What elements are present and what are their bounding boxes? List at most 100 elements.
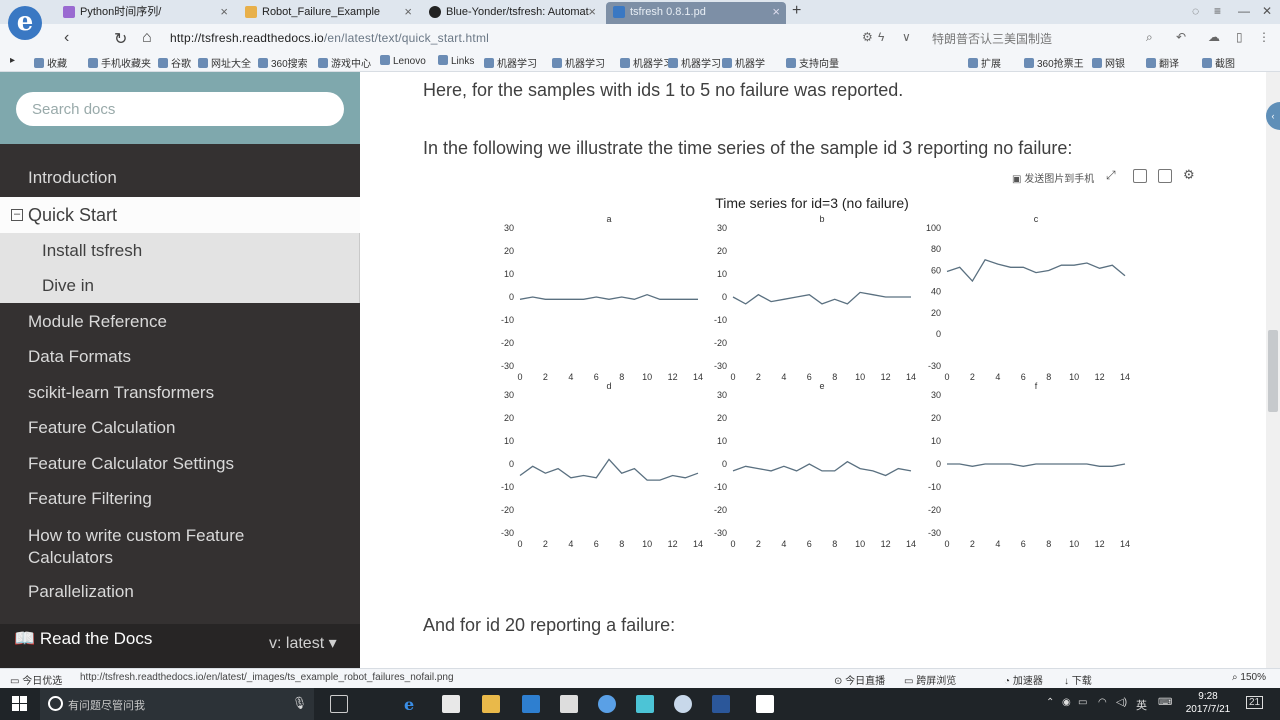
bookmark-item[interactable]: 360搜索 [258, 55, 308, 70]
tab-tsfresh-pdf[interactable]: tsfresh 0.8.1.pd × [606, 2, 786, 24]
system-clock[interactable]: 9:28 2017/7/21 [1180, 690, 1236, 716]
lightning-icon[interactable]: ϟ [878, 30, 884, 44]
bookmark-item[interactable]: Lenovo [380, 55, 426, 67]
sidebar-subitem-install-tsfresh[interactable]: Install tsfresh [0, 233, 360, 268]
network-icon[interactable]: ◉ [1062, 697, 1071, 708]
microphone-icon[interactable]: 🎙 [292, 696, 307, 710]
sidebar-item-module-reference[interactable]: Module Reference [0, 312, 360, 332]
bookmark-item[interactable]: 扩展 [968, 55, 1001, 70]
open-external-icon[interactable] [1158, 169, 1172, 183]
app-icon[interactable] [674, 695, 692, 713]
bookmark-item[interactable]: 360抢票王 [1024, 55, 1084, 70]
tab-close-icon[interactable]: × [772, 2, 780, 22]
refresh-icon[interactable]: ↻ [114, 29, 127, 49]
collapse-icon[interactable]: – [11, 209, 23, 221]
bookmark-item[interactable]: 机器学习 [620, 55, 673, 70]
bookmark-item[interactable]: 翻译 [1146, 55, 1179, 70]
browser-logo-icon[interactable]: e [8, 6, 42, 40]
minimize-icon[interactable]: — [1238, 4, 1250, 18]
app-icon[interactable] [522, 695, 540, 713]
file-explorer-icon[interactable] [482, 695, 500, 713]
bookmark-item[interactable]: 手机收藏夹 [88, 55, 151, 70]
url-field[interactable]: http://tsfresh.readthedocs.io/en/latest/… [170, 29, 850, 47]
tab-close-icon[interactable]: × [588, 2, 596, 22]
skin-icon[interactable]: ◌ [1192, 4, 1199, 18]
sidebar-item-custom-feature-calculators[interactable]: How to write custom Feature Calculators [0, 525, 260, 569]
download-button[interactable]: ↓ 下载 [1064, 672, 1092, 687]
accelerator-button[interactable]: ◔ 加速器 [1004, 672, 1043, 687]
close-window-icon[interactable]: ✕ [1262, 4, 1272, 18]
send-to-phone-button[interactable]: ▣ 发送图片到手机 [1012, 170, 1094, 185]
notification-center-icon[interactable]: 21 [1246, 696, 1264, 709]
bookmark-item[interactable]: Links [438, 55, 474, 67]
bookmark-item[interactable]: 机器学习 [552, 55, 605, 70]
keyboard-icon[interactable]: ⌨ [1158, 697, 1172, 708]
cortana-search-box[interactable]: 有问题尽管问我 🎙 [40, 688, 314, 720]
home-icon[interactable]: ⌂ [142, 29, 152, 47]
tray-up-icon[interactable]: ⌃ [1046, 697, 1054, 708]
edge-icon[interactable]: e [404, 695, 422, 714]
bookmark-item[interactable]: 谷歌 [158, 55, 191, 70]
task-view-icon[interactable] [330, 695, 348, 713]
tab-close-icon[interactable]: × [220, 2, 228, 22]
battery-icon[interactable]: ▭ [1078, 697, 1087, 708]
sidebar-item-introduction[interactable]: Introduction [0, 168, 360, 188]
sidebar-subitem-dive-in[interactable]: Dive in [0, 268, 360, 303]
time-series-figure[interactable]: Time series for id=3 (no failure)a302010… [480, 190, 1140, 560]
menu-icon[interactable]: ≡ [1214, 4, 1221, 18]
search-docs-input[interactable] [16, 92, 344, 126]
search-icon[interactable]: ⌕ [1146, 30, 1153, 45]
search-hint[interactable]: 特朗普否认三美国制造 [932, 30, 1052, 47]
page-scrollbar[interactable] [1266, 72, 1280, 668]
360-browser-icon[interactable] [598, 695, 616, 713]
tab-robot-failure[interactable]: Robot_Failure_Example × [238, 2, 418, 24]
bookmark-item[interactable]: 收藏 [34, 55, 67, 70]
app-icon[interactable] [560, 695, 578, 713]
app-icon[interactable] [636, 695, 654, 713]
phone-icon[interactable]: ▯ [1236, 30, 1243, 44]
settings-icon[interactable]: ⚙ [1183, 167, 1195, 183]
wifi-icon[interactable]: ◠ [1098, 697, 1107, 708]
undo-icon[interactable]: ↶ [1176, 30, 1186, 44]
word-icon[interactable] [712, 695, 730, 713]
volume-icon[interactable]: ◁) [1116, 697, 1127, 708]
x-tick-label: 0 [517, 539, 522, 549]
sidebar-item-quick-start[interactable]: – Quick Start [0, 197, 360, 233]
store-icon[interactable] [442, 695, 460, 713]
sidebar-item-feature-calculator-settings[interactable]: Feature Calculator Settings [0, 454, 360, 474]
ime-indicator[interactable]: 英 [1136, 697, 1147, 713]
cloud-icon[interactable]: ☁ [1208, 30, 1220, 44]
sidebar-item-parallelization[interactable]: Parallelization [0, 582, 360, 602]
bookmark-item[interactable]: 机器学习 [668, 55, 721, 70]
save-image-icon[interactable] [1133, 169, 1147, 183]
sidebar-item-scikit-learn-transformers[interactable]: scikit-learn Transformers [0, 383, 360, 403]
more-icon[interactable]: ⋮ [1258, 30, 1270, 44]
zoom-level[interactable]: ⌕ 150% [1232, 672, 1266, 683]
back-icon[interactable]: ‹ [64, 29, 69, 47]
bookmark-item[interactable]: 截图 [1202, 55, 1235, 70]
tab-github[interactable]: Blue-Yonder/tsfresh: Automat × [422, 2, 602, 24]
windows-start-icon[interactable] [12, 696, 28, 712]
today-picks-button[interactable]: ▭ 今日优选 [10, 672, 62, 687]
live-button[interactable]: ⊙ 今日直播 [834, 672, 885, 687]
app-icon[interactable] [756, 695, 774, 713]
bookmark-item[interactable]: 机器学 [722, 55, 765, 70]
extension-icon[interactable]: ⚙ [862, 30, 873, 44]
scrollbar-thumb[interactable] [1268, 330, 1278, 412]
bookmarks-toggle-icon[interactable]: ▸ [10, 55, 15, 66]
fullscreen-icon[interactable]: ⤢ [1106, 168, 1116, 183]
bookmark-item[interactable]: 网址大全 [198, 55, 251, 70]
new-tab-button[interactable]: + [792, 2, 801, 20]
sidebar-item-feature-calculation[interactable]: Feature Calculation [0, 418, 360, 438]
tab-close-icon[interactable]: × [404, 2, 412, 22]
sidebar-item-data-formats[interactable]: Data Formats [0, 347, 360, 367]
tab-python[interactable]: Python时间序列/ × [56, 2, 234, 24]
bookmark-item[interactable]: 网银 [1092, 55, 1125, 70]
bookmark-item[interactable]: 支持向量 [786, 55, 839, 70]
dropdown-icon[interactable]: ∨ [902, 30, 911, 44]
bookmark-item[interactable]: 机器学习 [484, 55, 537, 70]
sidebar-item-feature-filtering[interactable]: Feature Filtering [0, 489, 360, 509]
cross-screen-button[interactable]: ▭ 跨屏浏览 [904, 672, 956, 687]
rtd-version-switcher[interactable]: 📖 Read the Docs v: latest ▾ [0, 624, 360, 668]
bookmark-item[interactable]: 游戏中心 [318, 55, 371, 70]
